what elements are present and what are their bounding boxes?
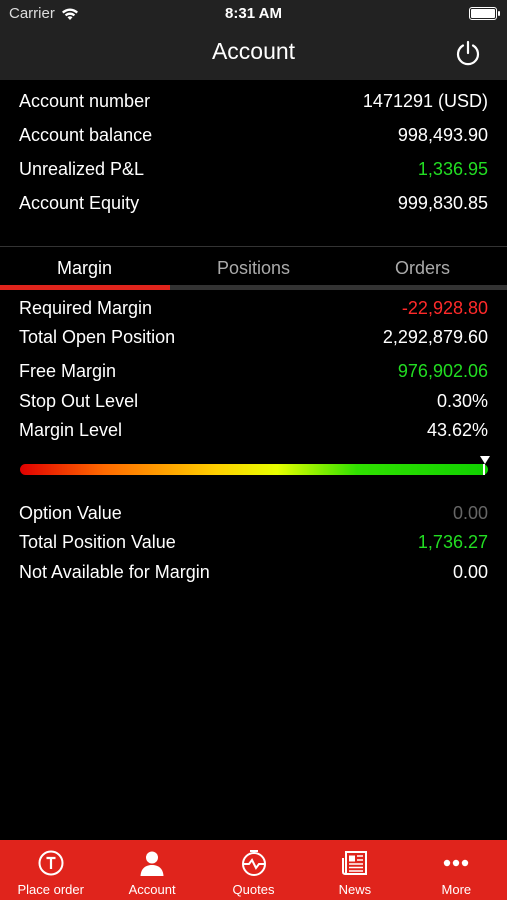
battery-icon xyxy=(469,7,500,20)
account-icon xyxy=(140,851,164,876)
value-label: Not Available for Margin xyxy=(19,562,210,582)
value-amount: 1,736.27 xyxy=(417,532,488,552)
tabbar-label: Quotes xyxy=(232,882,275,897)
summary-label: Account Equity xyxy=(19,193,140,213)
summary-label: Unrealized P&L xyxy=(19,159,145,179)
value-label: Option Value xyxy=(19,503,122,523)
tabbar-label: More xyxy=(441,882,472,897)
value-row-not-available-for-margin: Not Available for Margin 0.00 xyxy=(19,562,488,583)
summary-value: 1,336.95 xyxy=(417,159,488,179)
margin-label: Stop Out Level xyxy=(19,391,139,411)
margin-row-required-margin: Required Margin -22,928.80 xyxy=(19,298,488,319)
news-icon xyxy=(341,851,367,875)
margin-label: Total Open Position xyxy=(19,327,176,347)
place-order-icon xyxy=(38,850,64,876)
margin-row-stop-out-level: Stop Out Level 0.30% xyxy=(19,391,488,412)
margin-level-tick xyxy=(483,464,485,475)
margin-label: Margin Level xyxy=(19,420,123,440)
margin-value: 0.30% xyxy=(436,391,488,411)
tabbar-item-news[interactable]: News xyxy=(304,840,405,900)
margin-level-bar xyxy=(20,456,490,475)
summary-label: Account number xyxy=(19,91,151,111)
tabbar-item-more[interactable]: More xyxy=(406,840,507,900)
margin-row-margin-level: Margin Level 43.62% xyxy=(19,420,488,441)
tab-orders[interactable]: Orders xyxy=(338,247,507,285)
segment-tabs: Margin Positions Orders xyxy=(0,247,507,285)
summary-row-account-equity: Account Equity 999,830.85 xyxy=(19,193,488,214)
margin-value: 2,292,879.60 xyxy=(382,327,488,347)
summary-value: 999,830.85 xyxy=(397,193,488,213)
margin-value: 976,902.06 xyxy=(397,361,488,381)
value-amount: 0.00 xyxy=(452,503,488,523)
page-title: Account xyxy=(211,38,296,64)
nav-bar: Account xyxy=(0,28,507,80)
summary-value: 1471291 (USD) xyxy=(362,91,488,111)
margin-level-marker-icon xyxy=(480,456,490,464)
margin-row-free-margin: Free Margin 976,902.06 xyxy=(19,361,488,382)
summary-row-account-balance: Account balance 998,493.90 xyxy=(19,125,488,146)
margin-row-total-open-position: Total Open Position 2,292,879.60 xyxy=(19,327,488,348)
value-amount: 0.00 xyxy=(452,562,488,582)
margin-label: Required Margin xyxy=(19,298,153,318)
quotes-icon xyxy=(241,850,266,876)
summary-row-unrealized-pnl: Unrealized P&L 1,336.95 xyxy=(19,159,488,180)
summary-value: 998,493.90 xyxy=(397,125,488,145)
margin-value: 43.62% xyxy=(426,420,488,440)
tabbar-label: Account xyxy=(128,882,176,897)
status-bar: Carrier 8:31 AM xyxy=(0,0,507,28)
power-icon[interactable] xyxy=(453,39,483,69)
margin-label: Free Margin xyxy=(19,361,117,381)
tabbar-item-quotes[interactable]: Quotes xyxy=(203,840,304,900)
value-row-total-position-value: Total Position Value 1,736.27 xyxy=(19,532,488,553)
tab-margin[interactable]: Margin xyxy=(0,247,169,285)
tab-positions[interactable]: Positions xyxy=(169,247,338,285)
tabbar-label: News xyxy=(338,882,372,897)
value-label: Total Position Value xyxy=(19,532,176,552)
summary-row-account-number: Account number 1471291 (USD) xyxy=(19,91,488,112)
tabbar-item-account[interactable]: Account xyxy=(101,840,202,900)
margin-level-gradient xyxy=(20,464,488,475)
more-icon xyxy=(444,859,469,867)
value-row-option-value: Option Value 0.00 xyxy=(19,503,488,524)
tabbar-item-place-order[interactable]: Place order xyxy=(0,840,101,900)
tab-active-indicator xyxy=(0,285,170,290)
margin-value: -22,928.80 xyxy=(401,298,488,318)
status-time: 8:31 AM xyxy=(225,5,282,22)
tabbar-label: Place order xyxy=(17,882,84,897)
bottom-tab-bar: Place order Account Quotes News More xyxy=(0,840,507,900)
summary-label: Account balance xyxy=(19,125,153,145)
